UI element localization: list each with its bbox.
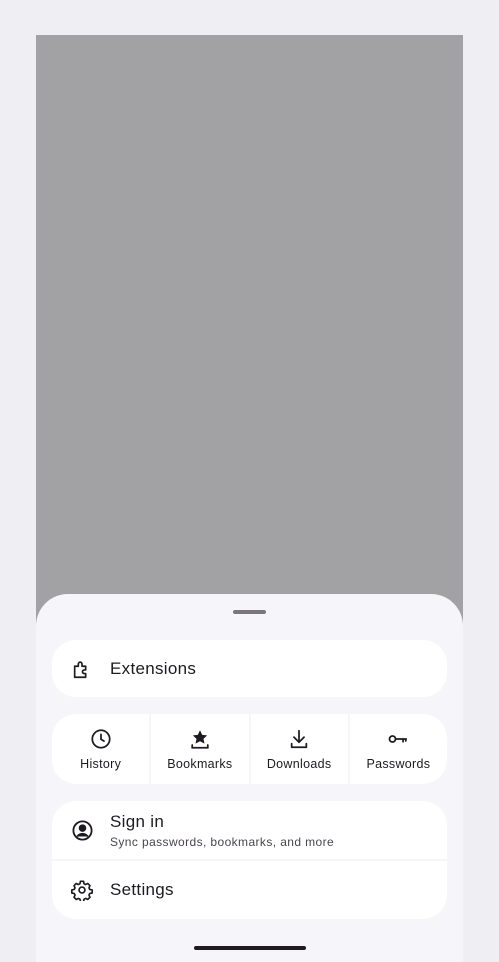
- bookmarks-button[interactable]: Bookmarks: [151, 714, 249, 784]
- clock-icon: [89, 727, 113, 751]
- sign-in-button[interactable]: Sign in Sync passwords, bookmarks, and m…: [52, 801, 447, 859]
- passwords-button[interactable]: Passwords: [349, 714, 447, 784]
- menu-bottom-sheet: Extensions History Bookmarks Downloads P…: [36, 594, 463, 962]
- passwords-label: Passwords: [366, 757, 431, 771]
- sign-in-subtitle: Sync passwords, bookmarks, and more: [110, 834, 335, 849]
- extensions-label: Extensions: [110, 658, 197, 678]
- key-icon: [386, 727, 410, 751]
- sheet-drag-handle[interactable]: [233, 610, 266, 614]
- app-frame: Extensions History Bookmarks Downloads P…: [36, 35, 463, 962]
- bookmark-star-icon: [188, 727, 212, 751]
- gear-icon: [70, 878, 94, 902]
- download-icon: [287, 727, 311, 751]
- puzzle-icon: [70, 657, 94, 681]
- history-label: History: [80, 757, 122, 771]
- quick-actions-row: History Bookmarks Downloads Passwords: [52, 714, 447, 784]
- settings-button[interactable]: Settings: [52, 861, 447, 919]
- home-indicator[interactable]: [194, 946, 306, 950]
- settings-label: Settings: [110, 880, 174, 899]
- history-button[interactable]: History: [52, 714, 150, 784]
- bookmarks-label: Bookmarks: [167, 757, 233, 771]
- sign-in-label: Sign in: [110, 811, 165, 831]
- downloads-label: Downloads: [266, 757, 332, 771]
- account-circle-icon: [70, 818, 94, 842]
- extensions-button[interactable]: Extensions: [52, 640, 447, 697]
- account-settings-group: Sign in Sync passwords, bookmarks, and m…: [52, 801, 447, 919]
- downloads-button[interactable]: Downloads: [250, 714, 348, 784]
